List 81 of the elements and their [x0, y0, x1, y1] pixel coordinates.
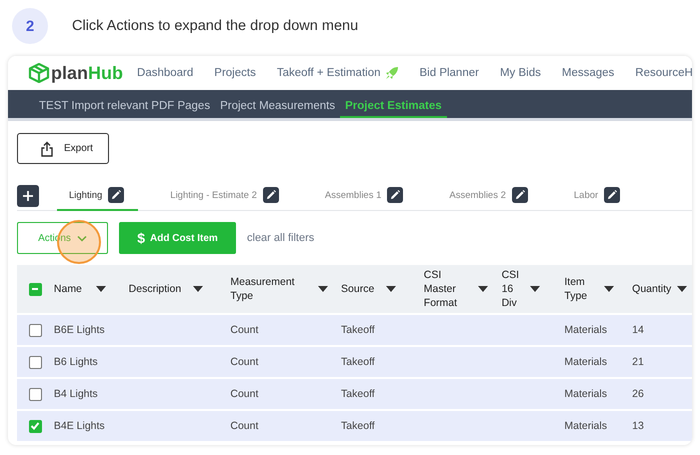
table-row[interactable]: B4E Lights Count Takeoff Materials 13	[17, 411, 692, 443]
table-cell: B4E Lights	[54, 420, 105, 432]
table-cell: B6E Lights	[54, 324, 105, 336]
column-header[interactable]: Item Type	[564, 274, 592, 304]
column-header[interactable]: CSI 16 Div	[502, 268, 520, 310]
table-cell: Count	[230, 356, 258, 368]
estimate-tab[interactable]: Lighting	[57, 182, 138, 210]
table-cell: Count	[230, 324, 258, 336]
column-header[interactable]: Source	[341, 282, 374, 296]
column-header[interactable]: Description	[128, 282, 182, 296]
sort-dropdown-icon[interactable]	[318, 286, 328, 292]
table-cell: 13	[632, 420, 644, 432]
estimate-tab[interactable]: Labor	[562, 182, 634, 210]
table-cell: Count	[230, 388, 258, 400]
sort-dropdown-icon[interactable]	[677, 286, 688, 292]
edit-icon[interactable]	[387, 187, 404, 203]
chevron-down-icon	[76, 234, 87, 242]
table-cell: Takeoff	[341, 420, 375, 432]
nav-link[interactable]: Projects	[214, 67, 256, 79]
column-header[interactable]: CSI Master Format	[424, 268, 470, 310]
logo-wordmark[interactable]: planHub	[51, 62, 124, 84]
table-row[interactable]: B6E Lights Count Takeoff Materials 14	[17, 315, 692, 347]
page-tab[interactable]: Project Measurements	[215, 100, 340, 118]
add-tab-button[interactable]	[17, 185, 39, 207]
sort-dropdown-icon[interactable]	[193, 286, 204, 292]
nav-link[interactable]: ResourceH	[635, 67, 692, 79]
sort-dropdown-icon[interactable]	[530, 286, 540, 292]
step-number-badge: 2	[12, 8, 48, 44]
table-cell: Materials	[564, 388, 607, 400]
estimate-tab[interactable]: Assemblies 1	[312, 182, 418, 210]
table-cell: 26	[632, 388, 644, 400]
edit-icon[interactable]	[512, 187, 528, 203]
sort-dropdown-icon[interactable]	[604, 286, 614, 292]
nav-link[interactable]: Takeoff + Estimation	[276, 66, 398, 80]
estimate-tab[interactable]: Lighting - Estimate 2	[158, 182, 293, 210]
table-cell: Takeoff	[341, 356, 375, 368]
table-cell: Materials	[564, 324, 607, 336]
page-tab[interactable]: TEST Import relevant PDF Pages	[34, 100, 216, 118]
clear-filters-link[interactable]: clear all filters	[247, 232, 314, 244]
row-checkbox[interactable]	[28, 388, 42, 400]
table-cell: B6 Lights	[54, 356, 98, 368]
estimate-tab[interactable]: Assemblies 2	[437, 182, 542, 210]
edit-icon[interactable]	[604, 187, 620, 203]
select-all-checkbox[interactable]	[28, 282, 42, 296]
column-header[interactable]: Measurement Type	[230, 274, 304, 304]
table-cell: Materials	[564, 420, 607, 432]
table-cell: Takeoff	[341, 324, 375, 336]
pencil-icon	[388, 188, 402, 202]
export-button[interactable]: Export	[17, 133, 109, 164]
nav-link[interactable]: Messages	[562, 67, 614, 79]
nav-link[interactable]: Dashboard	[137, 67, 194, 79]
table-row[interactable]: B4 Lights Count Takeoff Materials 26	[17, 379, 692, 411]
table-cell: 14	[632, 324, 644, 336]
column-header[interactable]: Quantity	[632, 282, 672, 296]
rocket-icon	[384, 66, 398, 80]
pencil-icon	[605, 188, 620, 202]
edit-icon[interactable]	[108, 187, 124, 203]
page-tab[interactable]: Project Estimates	[340, 100, 447, 118]
column-header[interactable]: Name	[54, 282, 82, 296]
table-cell: Count	[230, 420, 258, 432]
checkmark-icon	[30, 421, 40, 431]
table-cell: Materials	[564, 356, 607, 368]
row-checkbox[interactable]	[28, 356, 42, 368]
share-icon	[40, 140, 54, 156]
edit-icon[interactable]	[262, 187, 279, 203]
table-row[interactable]: B6 Lights Count Takeoff Materials 21	[17, 347, 692, 379]
step-instruction: Click Actions to expand the drop down menu	[72, 18, 358, 34]
pencil-icon	[109, 188, 124, 202]
row-checkbox[interactable]	[28, 420, 42, 432]
nav-link[interactable]: My Bids	[500, 67, 541, 79]
table-cell: B4 Lights	[54, 388, 98, 400]
sort-dropdown-icon[interactable]	[96, 286, 106, 292]
plus-icon	[22, 190, 34, 202]
nav-link[interactable]: Bid Planner	[420, 67, 479, 79]
sort-dropdown-icon[interactable]	[386, 286, 396, 292]
sort-dropdown-icon[interactable]	[478, 286, 488, 292]
minus-icon	[31, 285, 40, 293]
table-cell: 21	[632, 356, 644, 368]
row-checkbox[interactable]	[28, 324, 42, 336]
table-cell: Takeoff	[341, 388, 375, 400]
cube-logo-icon	[28, 63, 50, 83]
